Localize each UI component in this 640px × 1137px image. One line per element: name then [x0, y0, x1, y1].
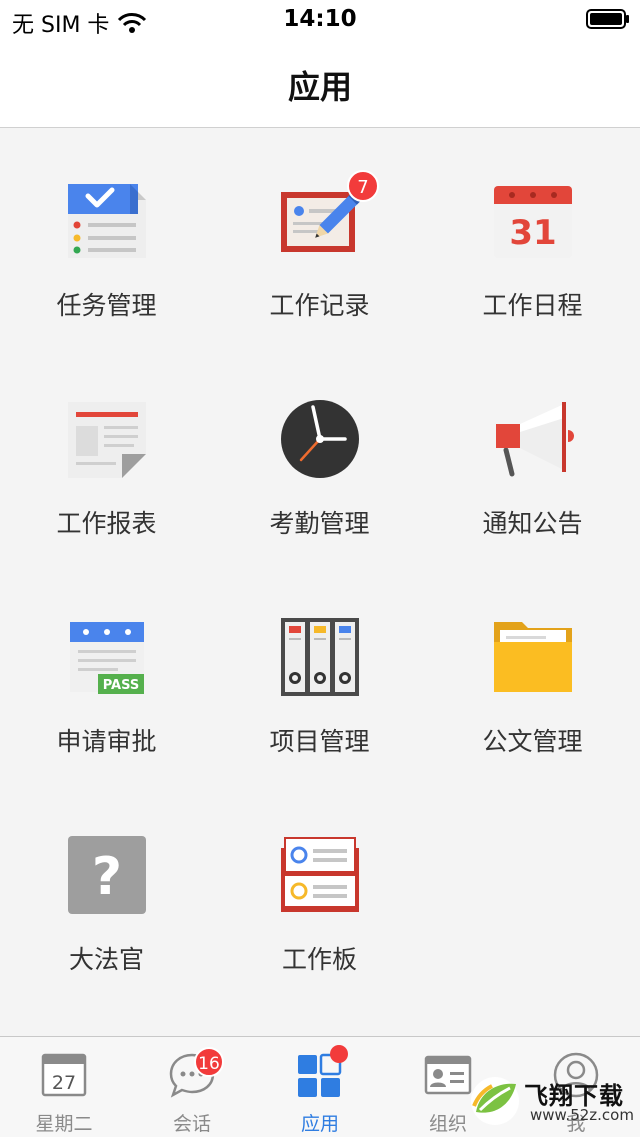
tab-label: 星期二: [35, 1113, 93, 1135]
app-announcement[interactable]: 通知公告: [426, 346, 639, 564]
app-work-board[interactable]: 工作板: [213, 782, 426, 1000]
app-attendance[interactable]: 考勤管理: [213, 346, 426, 564]
binders-icon: [279, 616, 361, 698]
app-approval[interactable]: PASS 申请审批: [0, 564, 213, 782]
approval-icon: PASS: [66, 616, 148, 698]
tab-label: 会话: [172, 1113, 211, 1135]
app-label: 工作板: [281, 945, 357, 974]
nav-bar: 应用: [0, 40, 640, 128]
tab-weekday[interactable]: 27 星期二: [0, 1037, 128, 1137]
apps-grid-icon: [296, 1045, 348, 1099]
chat-badge: 16: [194, 1047, 224, 1077]
app-work-log[interactable]: 7 工作记录: [213, 128, 426, 346]
status-bar: 无 SIM 卡 14:10: [0, 0, 640, 40]
clock-icon: [279, 398, 361, 480]
app-label: 工作报表: [56, 509, 157, 538]
app-project-management[interactable]: 项目管理: [213, 564, 426, 782]
tab-conversations[interactable]: 16 会话: [128, 1037, 256, 1137]
app-label: 大法官: [68, 945, 144, 974]
tab-calendar-day: 27: [52, 1072, 76, 1094]
app-work-schedule[interactable]: 31 工作日程: [426, 128, 639, 346]
app-label: 公文管理: [482, 727, 583, 756]
task-list-icon: [66, 180, 148, 262]
app-label: 项目管理: [269, 727, 370, 756]
app-grid: 任务管理 7 工作记录 31 工作日程 工作报表 考勤管理 通知公告 PASS …: [0, 128, 640, 1036]
contacts-card-icon: [424, 1051, 472, 1099]
tab-apps[interactable]: 应用: [256, 1037, 384, 1137]
app-task-management[interactable]: 任务管理: [0, 128, 213, 346]
report-icon: [66, 398, 148, 480]
work-log-icon: 7: [279, 170, 379, 262]
pass-stamp: PASS: [103, 678, 140, 693]
app-judge[interactable]: ? 大法官: [0, 782, 213, 1000]
tab-label: 应用: [300, 1113, 339, 1135]
folder-icon: [492, 616, 574, 698]
apps-notification-dot: [330, 1045, 348, 1063]
app-label: 申请审批: [56, 727, 157, 756]
calendar-day-number: 31: [509, 213, 556, 253]
battery-icon: [586, 9, 629, 29]
watermark: 飞翔下载 www.52z.com: [470, 1072, 634, 1132]
watermark-url: www.52z.com: [530, 1106, 634, 1124]
app-label: 工作记录: [269, 291, 370, 320]
calendar-icon: 31: [492, 180, 574, 262]
calendar-tab-icon: 27: [40, 1051, 88, 1099]
work-log-badge: 7: [347, 170, 379, 202]
megaphone-icon: [492, 398, 574, 480]
work-board-icon: [279, 834, 361, 916]
leaf-logo-icon: [471, 1077, 519, 1125]
question-mark: ?: [92, 847, 122, 907]
app-work-report[interactable]: 工作报表: [0, 346, 213, 564]
app-document-management[interactable]: 公文管理: [426, 564, 639, 782]
chat-icon: 16: [168, 1047, 224, 1099]
app-label: 任务管理: [56, 291, 157, 320]
status-time: 14:10: [283, 6, 357, 32]
app-label: 通知公告: [482, 509, 583, 538]
page-title: 应用: [287, 68, 352, 106]
question-icon: ?: [66, 834, 148, 916]
app-label: 工作日程: [482, 291, 583, 320]
app-label: 考勤管理: [269, 509, 370, 538]
